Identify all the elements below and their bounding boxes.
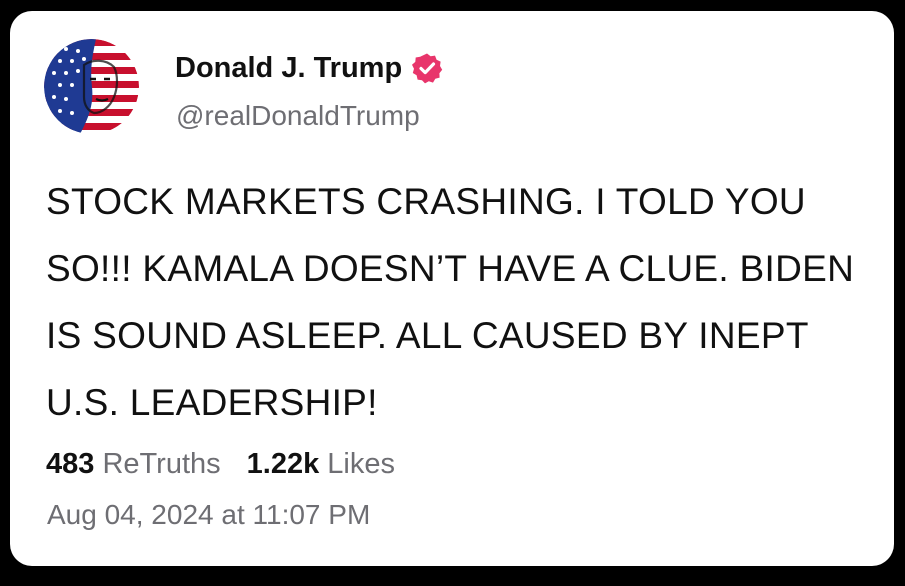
author-row: Donald J. Trump xyxy=(175,47,443,89)
avatar-flag-portrait-icon xyxy=(44,39,139,134)
retruths-label[interactable]: ReTruths xyxy=(102,448,220,480)
post-card: Donald J. Trump @realDonaldTrump STOCK M… xyxy=(10,11,894,566)
author-display-name[interactable]: Donald J. Trump xyxy=(175,52,402,85)
likes-count[interactable]: 1.22k xyxy=(247,448,320,480)
post-body-text: STOCK MARKETS CRASHING. I TOLD YOU SO!!!… xyxy=(46,181,855,423)
verified-badge-icon xyxy=(411,52,443,84)
likes-label[interactable]: Likes xyxy=(327,448,395,480)
post-timestamp: Aug 04, 2024 at 11:07 PM xyxy=(47,499,371,530)
post-stats: 483 ReTruths 1.22k Likes xyxy=(46,448,395,481)
avatar[interactable] xyxy=(44,39,139,134)
author-handle[interactable]: @realDonaldTrump xyxy=(176,100,420,132)
retruths-count[interactable]: 483 xyxy=(46,448,94,480)
